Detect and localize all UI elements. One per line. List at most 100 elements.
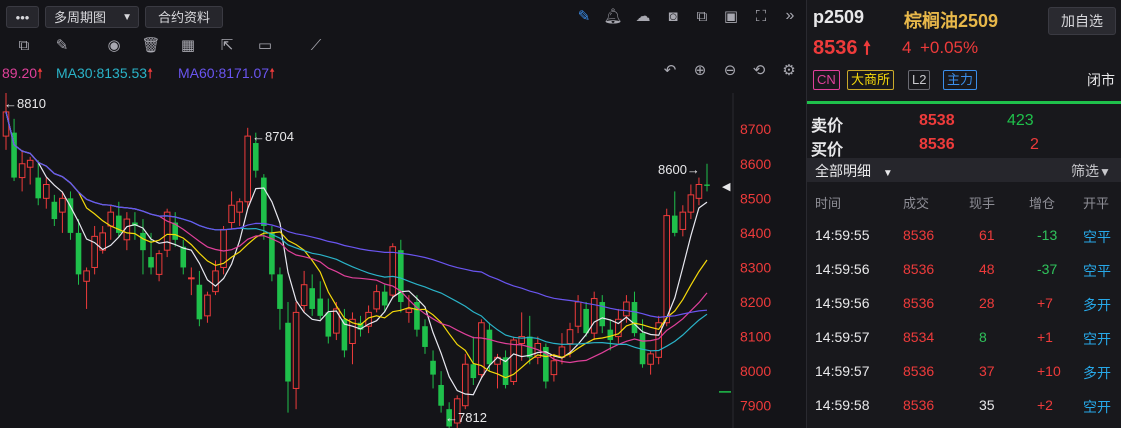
eye-icon[interactable]: ◉ bbox=[104, 37, 124, 55]
copy-icon[interactable]: ⧉ bbox=[692, 8, 712, 26]
candle-body bbox=[461, 363, 469, 407]
peak-label: ←8704 bbox=[252, 129, 294, 144]
candlestick-chart[interactable]: 8700 8600 8500 8400 8300 8200 8100 8000 7900 bbox=[0, 93, 805, 428]
filter-button[interactable]: 筛选▼ bbox=[1071, 161, 1111, 181]
trade-time: 14:59:56 bbox=[815, 295, 870, 311]
y-tick-label: 8100 bbox=[740, 329, 771, 345]
comment-icon[interactable]: ▭ bbox=[255, 37, 275, 55]
candle bbox=[655, 315, 662, 365]
contract-info-button[interactable]: 合约资料 bbox=[145, 6, 223, 28]
grid-icon[interactable]: ▦ bbox=[178, 37, 198, 55]
trade-oi: +10 bbox=[1037, 363, 1061, 379]
edit-icon[interactable]: ✎ bbox=[52, 37, 72, 55]
candle bbox=[639, 319, 646, 368]
ma-first-text: 89.20 bbox=[2, 65, 38, 81]
filter-label: 筛选 bbox=[1071, 163, 1099, 179]
col-price: 成交 bbox=[903, 196, 930, 211]
up-arrow-icon: 🠕 bbox=[147, 65, 154, 81]
cloud-icon[interactable]: ☁︎ bbox=[633, 8, 653, 26]
candle bbox=[123, 212, 131, 251]
col-volume: 现手 bbox=[969, 196, 996, 211]
y-tick-label: 8000 bbox=[740, 363, 771, 379]
symbol-code: p2509 bbox=[813, 7, 865, 27]
trade-oi: +7 bbox=[1037, 295, 1053, 311]
bell-icon[interactable]: 🔔︎ bbox=[603, 8, 623, 26]
candle-body bbox=[2, 111, 10, 137]
candle-body bbox=[163, 211, 171, 251]
camera-icon[interactable]: ◙ bbox=[663, 8, 683, 26]
settings-icon[interactable]: ⚙︎ bbox=[779, 62, 799, 80]
trash-icon[interactable]: 🗑︎ bbox=[141, 37, 161, 55]
candle bbox=[502, 350, 509, 389]
candle bbox=[196, 270, 203, 327]
bid-price: 8536 bbox=[919, 136, 955, 153]
ruler-icon[interactable]: ⟋ bbox=[306, 37, 326, 55]
candle-body bbox=[42, 184, 50, 199]
candle-body bbox=[155, 253, 163, 275]
ask-volume: 423 bbox=[1007, 112, 1034, 129]
candle bbox=[325, 298, 332, 344]
collapse-right-icon[interactable]: » bbox=[780, 7, 800, 25]
add-watchlist-button[interactable]: 加自选 bbox=[1048, 7, 1116, 35]
trade-type: 空开 bbox=[1083, 331, 1111, 347]
candle-body bbox=[398, 250, 404, 303]
last-price: 8536 🠕 bbox=[813, 36, 871, 66]
candle bbox=[26, 156, 34, 185]
candle-body bbox=[574, 301, 582, 327]
high-label: ←8810 bbox=[4, 96, 46, 111]
candle bbox=[631, 291, 638, 337]
tag-cn: CN bbox=[813, 70, 840, 90]
zoom-in-icon[interactable]: ⊕ bbox=[690, 62, 710, 80]
candle-body bbox=[405, 308, 413, 313]
candle bbox=[607, 319, 614, 351]
y-tick-label: 8400 bbox=[740, 225, 771, 241]
multi-period-button[interactable]: 多周期图 ▼ bbox=[45, 6, 139, 28]
candle-body bbox=[51, 201, 58, 220]
candle-body bbox=[695, 184, 703, 199]
bid-volume: 2 bbox=[1030, 136, 1039, 153]
candle bbox=[244, 127, 252, 209]
candle bbox=[461, 353, 469, 410]
current-price-marker: ◀ bbox=[722, 181, 731, 193]
col-time: 时间 bbox=[815, 196, 842, 211]
candle-body bbox=[550, 360, 558, 376]
candle bbox=[309, 274, 315, 316]
trade-type: 多开 bbox=[1083, 297, 1111, 313]
bid-label: 买价 bbox=[811, 142, 844, 159]
pencil-icon[interactable]: ✎ bbox=[574, 8, 594, 26]
trade-row: 14:59:56 8536 28 +7 多开 bbox=[807, 286, 1121, 320]
candle bbox=[204, 291, 211, 323]
ma30-value: MA30:8135.53🠕 bbox=[56, 63, 153, 87]
tag-l2: L2 bbox=[908, 70, 931, 90]
trade-oi: -37 bbox=[1037, 261, 1058, 277]
multi-period-label: 多周期图 bbox=[54, 10, 107, 25]
candle-body bbox=[140, 232, 146, 251]
layers-icon[interactable]: ⧉ bbox=[14, 37, 34, 55]
monitor-icon[interactable]: ▣ bbox=[721, 8, 741, 26]
detail-tab[interactable]: 全部明细 ▼ bbox=[815, 161, 893, 181]
candle-body bbox=[35, 177, 42, 199]
col-oi: 增仓 bbox=[1029, 196, 1056, 211]
trade-price: 8536 bbox=[903, 227, 935, 243]
undo-icon[interactable]: ↶ bbox=[660, 62, 680, 80]
candle-body bbox=[317, 298, 324, 316]
trade-price: 8534 bbox=[903, 329, 935, 345]
trade-price: 8536 bbox=[903, 295, 935, 311]
candle-body bbox=[261, 177, 267, 226]
candle bbox=[671, 191, 678, 237]
fullscreen-icon[interactable]: ⛶ bbox=[751, 8, 771, 26]
candle bbox=[704, 163, 710, 192]
export-icon[interactable]: ⇱ bbox=[217, 37, 237, 55]
candle-body bbox=[18, 163, 26, 179]
candle-body bbox=[277, 274, 283, 309]
candle-body bbox=[590, 298, 598, 334]
trade-type: 空平 bbox=[1083, 263, 1111, 279]
candle bbox=[236, 198, 243, 226]
trade-time: 14:59:56 bbox=[815, 261, 870, 277]
zoom-out-icon[interactable]: ⊖ bbox=[720, 62, 740, 80]
trade-row: 14:59:58 8536 35 +2 空开 bbox=[807, 388, 1121, 422]
symbol-name: 棕榈油2509 bbox=[904, 11, 999, 31]
candle bbox=[18, 149, 26, 192]
reset-icon[interactable]: ⟲ bbox=[749, 62, 769, 80]
menu-button[interactable]: ••• bbox=[6, 6, 39, 28]
